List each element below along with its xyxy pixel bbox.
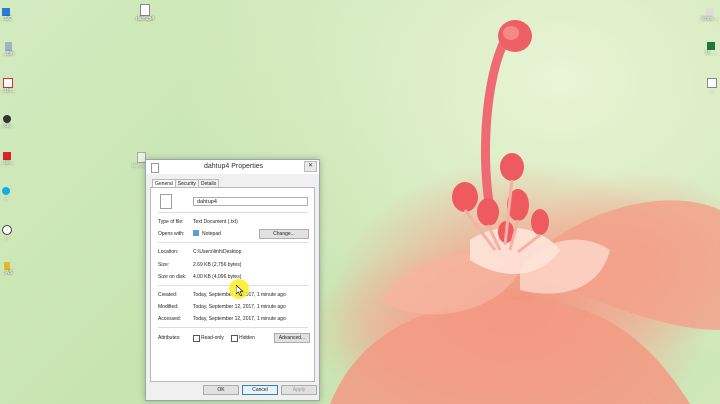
attributes-label: Attributes: [158, 335, 181, 341]
desktop-icon-right-1[interactable]: Icons ... [700, 8, 720, 22]
accessed-label: Accessed: [158, 316, 182, 322]
file-icon [160, 194, 172, 209]
type-label: Type of file: [158, 219, 184, 225]
shortcut-icon [2, 8, 10, 16]
desktop-icon-left-8[interactable]: ...AS [0, 262, 14, 276]
size-on-disk-label: Size on disk: [158, 274, 187, 280]
opens-with-value: Notepad [202, 231, 221, 237]
change-button[interactable]: Change... [259, 229, 309, 239]
close-button[interactable]: ✕ [304, 161, 317, 172]
app-icon [2, 225, 12, 235]
app-icon [3, 152, 11, 160]
read-only-checkbox[interactable] [193, 335, 200, 342]
opens-with-label: Opens with: [158, 231, 185, 237]
excel-icon [707, 42, 715, 50]
desktop-icon-left-4[interactable]: ...ce... [0, 115, 14, 129]
document-icon [151, 163, 159, 173]
app-icon [707, 78, 717, 88]
ok-button[interactable]: OK [203, 385, 239, 395]
file-name-input[interactable]: dahtup4 [193, 197, 308, 206]
type-value: Text Document (.txt) [193, 219, 238, 225]
modified-label: Modified: [158, 304, 179, 310]
divider [158, 212, 308, 213]
recycle-bin-icon [4, 42, 12, 51]
accessed-value: Today, September 12, 2017, 1 minute ago [193, 316, 286, 322]
location-value: C:\Users\linh\Desktop [193, 249, 242, 255]
app-icon [2, 187, 10, 195]
desktop-icon-left-1[interactable]: ...SC [0, 8, 12, 22]
desktop-icon-left-7[interactable]: ... [0, 225, 14, 241]
notepad-icon [193, 230, 199, 236]
hidden-checkbox[interactable] [231, 335, 238, 342]
text-file-icon [140, 4, 150, 16]
desktop-icon-left-5[interactable]: ...ter... [0, 152, 14, 166]
divider [158, 242, 308, 243]
desktop-icon-left-2[interactable]: ...Bin [0, 42, 16, 57]
modified-value: Today, September 12, 2017, 1 minute ago [193, 304, 286, 310]
read-only-label: Read-only [201, 335, 224, 341]
app-icon [3, 115, 11, 123]
advanced-button[interactable]: Advanced... [274, 333, 310, 343]
desktop-icon-right-3[interactable]: ... [704, 78, 720, 94]
desktop-icon-left-6[interactable]: ... [0, 187, 12, 201]
created-label: Created: [158, 292, 178, 298]
title-bar[interactable]: dahtup4 Properties ✕ [146, 160, 319, 174]
cancel-button[interactable]: Cancel [242, 385, 278, 395]
hidden-label: Hidden [239, 335, 255, 341]
app-icon [3, 78, 13, 88]
flower-wallpaper [330, 20, 720, 404]
mouse-pointer-icon [236, 285, 244, 296]
size-label: Size: [158, 262, 170, 268]
window-title: dahtup4 Properties [204, 163, 264, 170]
desktop-icon-right-2[interactable]: U.. .. [702, 42, 720, 56]
app-icon [4, 262, 10, 270]
divider [158, 327, 308, 328]
desktop-icon-dahtup4[interactable]: dahtup4 [132, 4, 158, 22]
location-label: Location: [158, 249, 179, 255]
apply-button[interactable]: Apply [281, 385, 317, 395]
desktop-icon-left-3[interactable]: ...Un... [0, 78, 16, 94]
app-icon [706, 8, 714, 16]
size-value: 2.69 KB (2,756 bytes) [193, 262, 242, 268]
